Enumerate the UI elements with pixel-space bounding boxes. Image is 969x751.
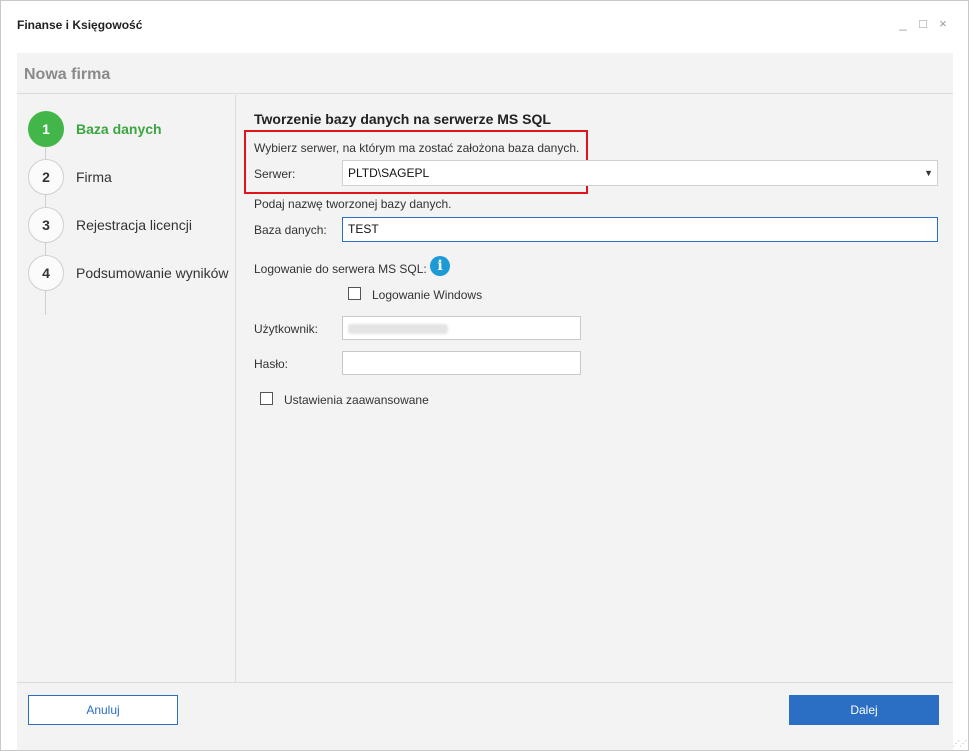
- next-button[interactable]: Dalej: [789, 695, 939, 725]
- db-label: Baza danych:: [254, 223, 327, 237]
- db-name-input[interactable]: TEST: [342, 217, 938, 242]
- user-label: Użytkownik:: [254, 322, 319, 336]
- server-hint: Wybierz serwer, na którym ma zostać zało…: [254, 141, 580, 155]
- app-window: Finanse i Księgowość _ □ × Nowa firma 1 …: [0, 0, 969, 751]
- step-label: Podsumowanie wyników: [76, 265, 229, 281]
- redacted-username: [348, 324, 448, 334]
- login-label: Logowanie do serwera MS SQL:: [254, 262, 427, 276]
- advanced-settings-checkbox[interactable]: [260, 392, 273, 405]
- step-label: Rejestracja licencji: [76, 217, 192, 233]
- minimize-icon[interactable]: _: [896, 16, 910, 32]
- user-input[interactable]: [342, 316, 581, 340]
- step-number: 3: [28, 207, 64, 243]
- password-input[interactable]: [342, 351, 581, 375]
- server-select[interactable]: PLTD\SAGEPL ▼: [342, 160, 938, 186]
- wizard-panel: Nowa firma 1 Baza danych 2 Firma 3 Rejes…: [17, 53, 953, 750]
- step-label: Baza danych: [76, 121, 162, 137]
- db-hint: Podaj nazwę tworzonej bazy danych.: [254, 197, 452, 211]
- windows-login-checkbox[interactable]: [348, 287, 361, 300]
- info-icon[interactable]: i: [430, 256, 450, 276]
- step-number: 4: [28, 255, 64, 291]
- chevron-down-icon[interactable]: ▼: [924, 161, 933, 185]
- db-name-value: TEST: [348, 222, 379, 236]
- step-number: 1: [28, 111, 64, 147]
- maximize-icon[interactable]: □: [916, 16, 930, 32]
- step-podsumowanie-wynikow[interactable]: 4 Podsumowanie wyników: [28, 255, 236, 291]
- close-icon[interactable]: ×: [936, 16, 950, 32]
- step-baza-danych[interactable]: 1 Baza danych: [28, 111, 236, 147]
- password-label: Hasło:: [254, 357, 289, 371]
- title-bar: Finanse i Księgowość _ □ ×: [1, 1, 968, 51]
- wizard-title: Nowa firma: [24, 66, 111, 83]
- wizard-steps: 1 Baza danych 2 Firma 3 Rejestracja lice…: [17, 95, 236, 682]
- step-number: 2: [28, 159, 64, 195]
- resize-grip-icon[interactable]: ⋰⋰: [952, 739, 967, 748]
- step-label: Firma: [76, 169, 112, 185]
- cancel-button[interactable]: Anuluj: [28, 695, 178, 725]
- server-select-value: PLTD\SAGEPL: [348, 166, 430, 180]
- window-title: Finanse i Księgowość: [17, 18, 143, 32]
- wizard-header: Nowa firma: [17, 53, 953, 94]
- wizard-footer: Anuluj Dalej: [17, 682, 953, 750]
- form-content: Tworzenie bazy danych na serwerze MS SQL…: [237, 95, 953, 682]
- step-rejestracja-licencji[interactable]: 3 Rejestracja licencji: [28, 207, 236, 243]
- server-label: Serwer:: [254, 167, 296, 181]
- windows-login-label: Logowanie Windows: [372, 288, 483, 302]
- advanced-settings-label: Ustawienia zaawansowane: [284, 393, 429, 407]
- step-firma[interactable]: 2 Firma: [28, 159, 236, 195]
- section-title: Tworzenie bazy danych na serwerze MS SQL: [254, 111, 551, 127]
